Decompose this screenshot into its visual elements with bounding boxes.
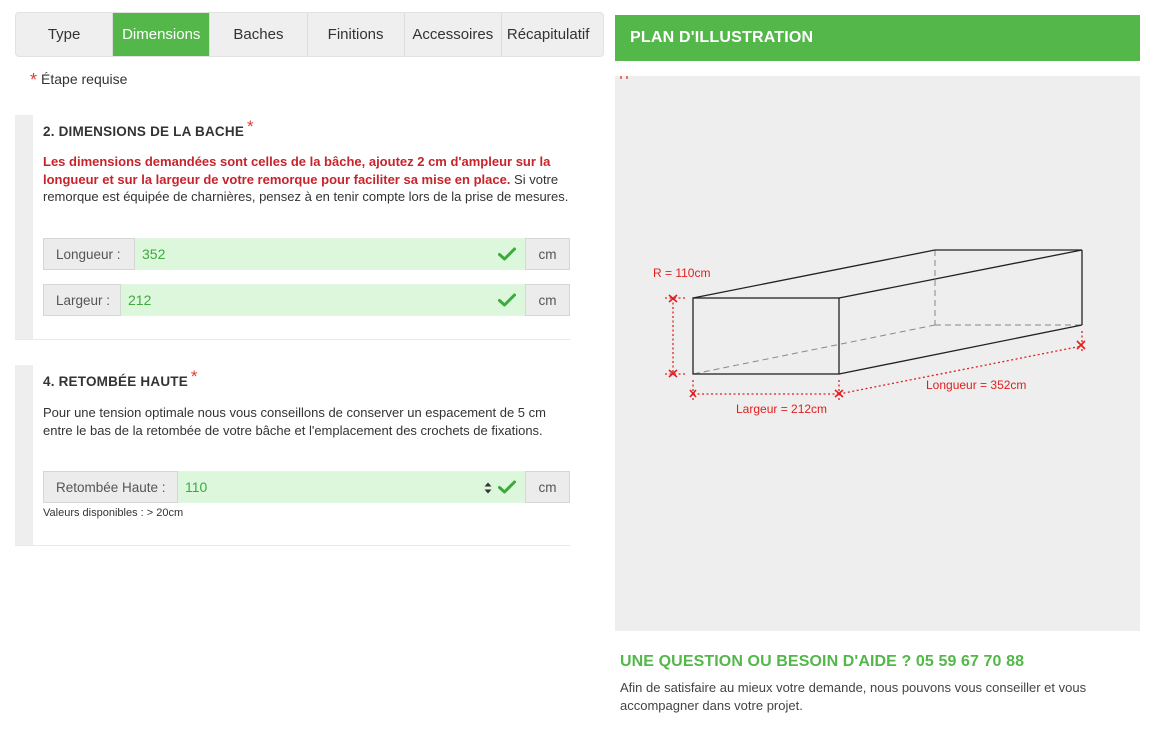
required-star: *	[30, 70, 38, 90]
help-text: Afin de satisfaire au mieux votre demand…	[620, 680, 1087, 713]
required-star: *	[190, 367, 198, 386]
dim-largeur-label: Largeur = 212cm	[736, 402, 827, 416]
tab-baches[interactable]: Baches	[210, 13, 308, 56]
retombee-field: Retombée Haute : cm	[43, 471, 570, 503]
section-title: 4. RETOMBÉE HAUTE *	[43, 367, 198, 391]
visible-edges	[692, 249, 1083, 375]
tab-type[interactable]: Type	[16, 13, 114, 56]
retombee-input[interactable]	[185, 479, 423, 495]
section-description: Les dimensions demandées sont celles de …	[43, 153, 571, 206]
spinner-icon[interactable]	[483, 480, 493, 496]
retombee-unit: cm	[525, 471, 570, 503]
largeur-field: Largeur : cm	[43, 284, 570, 316]
section-retombee: 4. RETOMBÉE HAUTE * Pour une tension opti…	[15, 365, 570, 546]
retombee-label: Retombée Haute :	[43, 471, 178, 503]
dim-r-label: R = 110cm	[653, 266, 710, 280]
tab-accessoires[interactable]: Accessoires	[405, 13, 502, 56]
help-title: UNE QUESTION OU BESOIN D'AIDE ? 05 59 67…	[620, 653, 1025, 670]
largeur-input[interactable]	[128, 292, 406, 308]
tab-recapitulatif[interactable]: Récapitulatif	[502, 13, 603, 56]
tab-dimensions[interactable]: Dimensions	[113, 13, 211, 56]
check-icon	[498, 480, 516, 494]
required-note-text: Étape requise	[41, 71, 128, 87]
illustration-header: PLAN D'ILLUSTRATION	[615, 15, 1140, 61]
required-step-note: * Étape requise	[30, 68, 128, 90]
retombee-input-wrap[interactable]	[178, 471, 525, 503]
dim-longueur-label: Longueur = 352cm	[926, 378, 1026, 392]
section-description: Pour une tension optimale nous vous cons…	[43, 405, 546, 438]
largeur-label: Largeur :	[43, 284, 121, 316]
tab-finitions[interactable]: Finitions	[308, 13, 405, 56]
section-bar	[15, 115, 33, 339]
longueur-label: Longueur :	[43, 238, 135, 270]
illustration-plan: R = 110cm Longueur = 352cm Largeur = 212…	[615, 76, 1140, 631]
longueur-input[interactable]	[142, 246, 411, 262]
longueur-unit: cm	[525, 238, 570, 270]
largeur-unit: cm	[525, 284, 570, 316]
section-dimensions: 2. DIMENSIONS DE LA BACHE * Les dimension…	[15, 115, 570, 340]
section-title-text: 2. DIMENSIONS DE LA BACHE	[43, 124, 245, 139]
section-title: 2. DIMENSIONS DE LA BACHE *	[43, 117, 254, 141]
step-tabs: Type Dimensions Baches Finitions Accesso…	[15, 12, 604, 57]
largeur-input-wrap[interactable]	[121, 284, 525, 316]
check-icon	[498, 293, 516, 307]
required-star: *	[247, 117, 254, 136]
available-values-hint: Valeurs disponibles : > 20cm	[43, 507, 184, 519]
section-title-text: 4. RETOMBÉE HAUTE	[43, 374, 188, 389]
check-icon	[498, 247, 516, 261]
longueur-field: Longueur : cm	[43, 238, 570, 270]
trailer-box-diagram: R = 110cm Longueur = 352cm Largeur = 212…	[620, 76, 1086, 416]
section-bar	[15, 365, 33, 545]
description-warning: Les dimensions demandées sont celles de …	[43, 154, 551, 187]
longueur-input-wrap[interactable]	[135, 238, 525, 270]
hidden-edges	[692, 250, 1082, 375]
